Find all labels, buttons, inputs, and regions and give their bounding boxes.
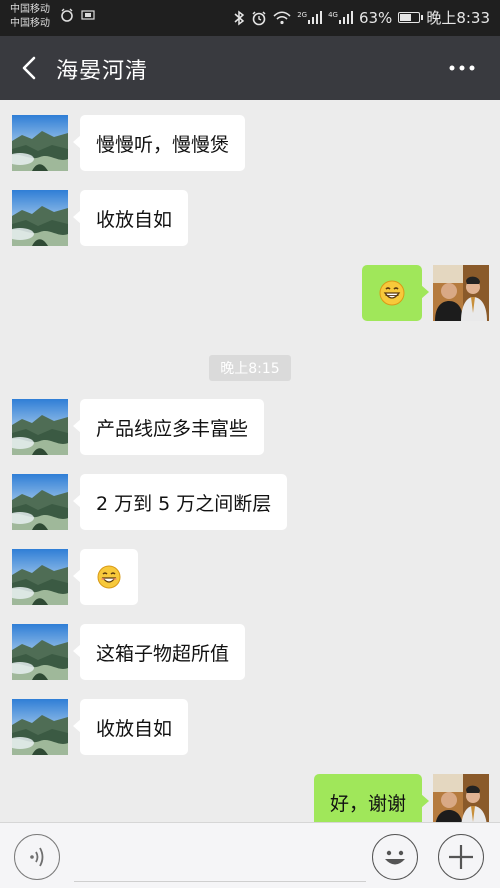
message-bubble-incoming[interactable]: 收放自如 <box>72 699 189 755</box>
more-dots-icon[interactable] <box>448 58 476 78</box>
message-bubble-incoming[interactable]: 2 万到 5 万之间断层 <box>72 474 288 530</box>
message-text: 好，谢谢 <box>329 792 406 815</box>
contact-avatar[interactable] <box>12 190 68 246</box>
user-avatar[interactable] <box>433 774 489 822</box>
message-bubble-incoming[interactable]: 慢慢听，慢慢煲 <box>72 115 246 171</box>
back-chevron-icon[interactable] <box>18 54 44 82</box>
message-input[interactable] <box>74 835 366 882</box>
signal-icon <box>338 11 353 24</box>
alarm-icon <box>252 10 266 25</box>
message-bubble-outgoing[interactable]: 好，谢谢 <box>313 774 430 822</box>
chat-header: 海晏河清 <box>0 36 500 100</box>
chat-title: 海晏河清 <box>56 59 149 84</box>
input-bar <box>0 822 500 888</box>
contact-avatar[interactable] <box>12 549 68 605</box>
message-text: 慢慢听，慢慢煲 <box>96 133 230 156</box>
voice-button[interactable] <box>14 834 60 880</box>
voice-icon <box>30 847 44 867</box>
message-text: 收放自如 <box>96 717 173 740</box>
smiling-face-icon <box>97 565 121 589</box>
grinning-face-icon <box>379 280 405 306</box>
message-text: 收放自如 <box>96 208 173 231</box>
message-bubble-incoming[interactable] <box>73 549 138 605</box>
message-bubble-incoming[interactable]: 收放自如 <box>72 190 189 246</box>
carrier-2: 中国移动 <box>10 18 50 29</box>
contact-avatar[interactable] <box>12 474 68 530</box>
message-bubble-outgoing[interactable] <box>362 265 429 321</box>
message-text: 这箱子物超所值 <box>96 642 230 665</box>
signal-4g: 4G <box>328 11 353 24</box>
status-time: 晚上8:33 <box>426 9 490 27</box>
message-list[interactable]: 慢慢听，慢慢煲 收放自如 晚上8:15 产品线应多丰富些 2 万到 5 万之间断… <box>0 100 500 822</box>
net-label-4g: 4G <box>328 11 338 19</box>
carrier-1: 中国移动 <box>10 4 50 15</box>
net-label-2g: 2G <box>297 11 308 19</box>
message-text: 产品线应多丰富些 <box>96 417 249 440</box>
emoji-icon <box>385 850 405 865</box>
status-right: 2G 4G 63% 晚上8:33 <box>233 7 490 28</box>
message-text: 2 万到 5 万之间断层 <box>96 492 272 515</box>
battery-icon <box>398 12 424 23</box>
contact-avatar[interactable] <box>12 699 68 755</box>
battery-percent: 63% <box>358 8 393 27</box>
carrier-labels: 中国移动 中国移动 <box>10 3 50 31</box>
wifi-icon <box>273 10 291 24</box>
message-timestamp: 晚上8:15 <box>209 355 291 381</box>
message-bubble-incoming[interactable]: 产品线应多丰富些 <box>72 399 265 455</box>
signal-2g: 2G <box>297 11 323 24</box>
status-bar: 中国移动 中国移动 2G 4G 63% 晚上8:33 <box>0 0 500 36</box>
message-bubble-incoming[interactable]: 这箱子物超所值 <box>72 624 246 680</box>
emoji-button[interactable] <box>372 834 418 880</box>
signal-icon <box>308 11 323 24</box>
contact-avatar[interactable] <box>12 399 68 455</box>
usb-icon <box>81 10 95 20</box>
bluetooth-icon <box>234 10 245 25</box>
contact-avatar[interactable] <box>12 624 68 680</box>
status-left-icons <box>60 8 96 22</box>
plus-icon <box>449 845 473 869</box>
alarm-clock-icon <box>61 8 73 22</box>
plus-button[interactable] <box>438 834 484 880</box>
battery-level <box>400 14 412 21</box>
user-avatar[interactable] <box>433 265 489 321</box>
contact-avatar[interactable] <box>12 115 68 171</box>
